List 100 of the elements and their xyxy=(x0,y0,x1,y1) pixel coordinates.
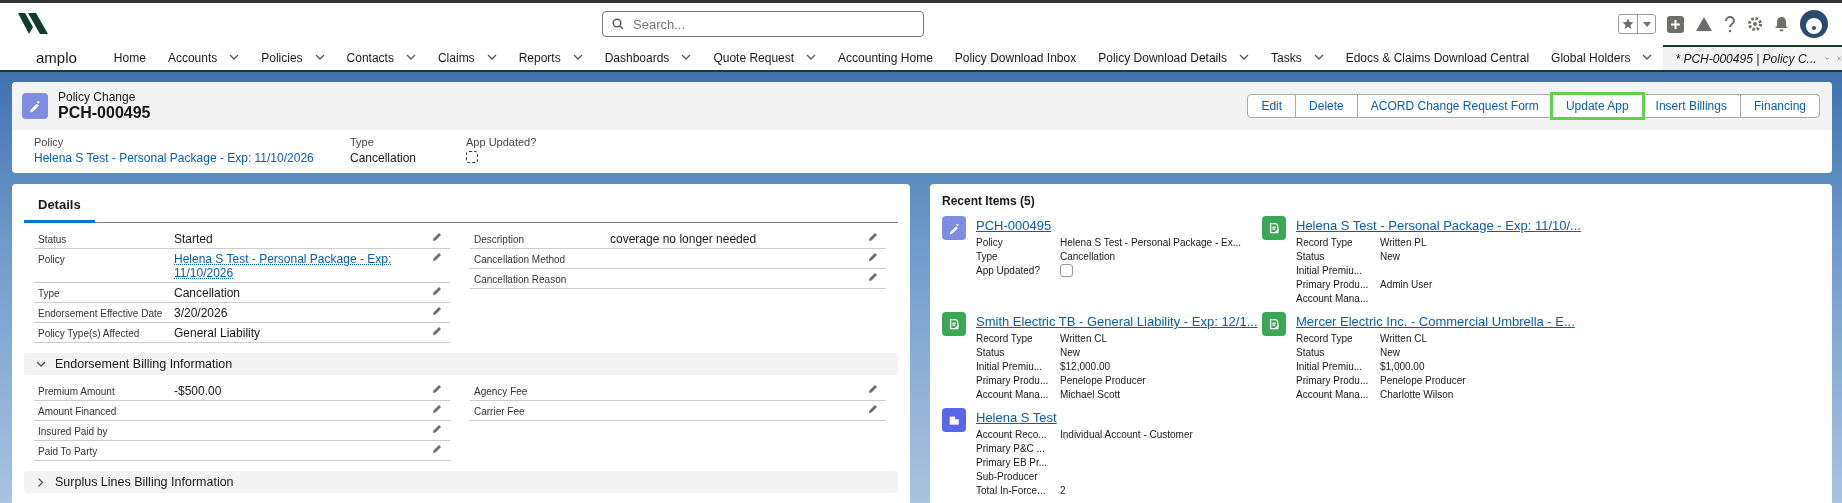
field-label: App Updated? xyxy=(466,136,538,148)
checkbox[interactable] xyxy=(466,151,478,163)
field-label: Record Type xyxy=(1296,236,1354,250)
nav-item[interactable]: Policy Download Inbox xyxy=(954,50,1077,65)
action-button[interactable]: ACORD Change Request Form xyxy=(1356,94,1553,118)
record-link[interactable]: Smith Electric TB - General Liability - Exp: 12/1... xyxy=(976,314,1258,329)
field-value: Michael Scott xyxy=(1060,388,1122,402)
field-label: Amount Financed xyxy=(38,405,118,417)
field-value: -$500.00 xyxy=(174,384,223,398)
field-value: Cancellation xyxy=(350,151,418,165)
field-label: Initial Premiu... xyxy=(1296,264,1364,278)
field-label: Carrier Fee xyxy=(474,405,526,417)
field-label: Cancellation Reason xyxy=(474,273,568,285)
chevron-icon[interactable] xyxy=(681,54,692,61)
field-label: Insured Paid by xyxy=(38,425,109,437)
field-label: Agency Fee xyxy=(474,385,529,397)
nav-item[interactable]: Reports xyxy=(518,50,561,65)
field-label: Policy xyxy=(34,136,65,148)
help-icon[interactable] xyxy=(1724,15,1736,33)
field-label: Status xyxy=(1296,346,1326,360)
nav-item[interactable]: Dashboards xyxy=(604,50,670,65)
record-title: PCH-000495 xyxy=(58,104,151,122)
favorites-button[interactable] xyxy=(1618,14,1656,34)
building-icon xyxy=(942,408,966,432)
action-button[interactable]: Update App xyxy=(1551,94,1643,118)
document-icon xyxy=(1262,312,1286,336)
field-label: Primary Produ... xyxy=(976,374,1050,388)
add-icon[interactable] xyxy=(1667,15,1684,33)
field-value: Written CL xyxy=(1380,332,1429,346)
field-value: $12,000.00 xyxy=(1060,360,1112,374)
nav-item[interactable]: Claims xyxy=(437,50,475,65)
chevron-icon[interactable] xyxy=(806,54,817,61)
field-label: Primary P&C ... xyxy=(976,442,1046,456)
field-label: Account Mana... xyxy=(1296,388,1370,402)
nav-item[interactable]: Accounts xyxy=(167,50,218,65)
field-value: Cancellation xyxy=(1060,250,1117,264)
field-label: Policy xyxy=(38,253,66,265)
field-label: Account Reco... xyxy=(976,428,1048,442)
field-label: Account Mana... xyxy=(976,388,1050,402)
nav-item[interactable]: Policies xyxy=(261,50,303,65)
field-value: Helena S Test - Personal Package - Ex... xyxy=(1060,236,1241,250)
nav-item[interactable]: Global Holders xyxy=(1551,50,1631,65)
field-value: New xyxy=(1060,346,1081,360)
field-label: Policy Type(s) Affected xyxy=(38,327,141,339)
section-header[interactable]: Surplus Lines Billing Information xyxy=(24,471,898,493)
star-icon xyxy=(1622,18,1634,30)
nav-item[interactable]: Home xyxy=(113,50,146,65)
chevron-icon[interactable] xyxy=(1238,54,1249,61)
record-link[interactable]: PCH-000495 xyxy=(976,218,1241,233)
section-header[interactable]: Endorsement Billing Information xyxy=(24,353,898,375)
field-value: Penelope Producer xyxy=(1380,374,1467,388)
field-value: General Liability xyxy=(174,326,262,340)
field-label: Status xyxy=(1296,250,1326,264)
bell-icon[interactable] xyxy=(1774,16,1789,32)
field-label: Premium Amount xyxy=(38,385,116,397)
logo-icon xyxy=(18,13,48,35)
field-label: Sub-Producer xyxy=(976,470,1039,484)
chevron-icon[interactable] xyxy=(1313,54,1324,61)
chevron-icon[interactable] xyxy=(314,54,325,61)
field-label: Type xyxy=(350,136,375,148)
document-icon xyxy=(942,312,966,336)
field-label: Paid To Party xyxy=(38,445,99,457)
action-button[interactable]: Financing xyxy=(1739,94,1820,118)
field-label: Status xyxy=(38,233,68,245)
field-value: New xyxy=(1380,346,1401,360)
policy-link[interactable]: Helena S Test - Personal Package - Exp: 11/10/2026 xyxy=(174,252,432,280)
action-button[interactable]: Edit xyxy=(1247,94,1297,118)
chevron-icon[interactable] xyxy=(36,360,46,368)
record-link[interactable]: Helena S Test xyxy=(976,410,1193,425)
record-link[interactable]: Helena S Test - Personal Package - Exp: 11/10/... xyxy=(1296,218,1581,233)
field-value: 2 xyxy=(1060,484,1067,498)
checkbox[interactable] xyxy=(1060,264,1073,277)
record-link[interactable]: Mercer Electric Inc. - Commercial Umbrella - E... xyxy=(1296,314,1575,329)
nav-item[interactable]: Contacts xyxy=(346,50,394,65)
field-value: coverage no longer needed xyxy=(610,232,758,246)
field-value: New xyxy=(1380,250,1401,264)
nav-item[interactable]: Accounting Home xyxy=(838,50,933,65)
chevron-icon[interactable] xyxy=(229,54,240,61)
chevron-icon[interactable] xyxy=(572,54,583,61)
chevron-icon[interactable] xyxy=(1642,54,1653,61)
field-label: Primary EB Pr... xyxy=(976,456,1049,470)
nav-item[interactable]: Quote Request xyxy=(713,50,795,65)
field-label: Primary Produ... xyxy=(1296,278,1370,292)
search-field[interactable]: Search... xyxy=(602,11,924,37)
policy-link[interactable]: Helena S Test - Personal Package - Exp: 11/10/2026 xyxy=(34,151,350,165)
settings-icon[interactable] xyxy=(1747,16,1763,32)
chevron-icon[interactable] xyxy=(37,477,45,487)
field-label: Description xyxy=(474,233,526,245)
chevron-icon[interactable] xyxy=(486,54,497,61)
field-label: Cancellation Method xyxy=(474,253,567,265)
avatar-icon[interactable] xyxy=(1800,10,1828,38)
field-label: Policy xyxy=(976,236,1004,250)
details-tab[interactable]: Details xyxy=(24,190,95,223)
nav-item[interactable]: Policy Download Details xyxy=(1098,50,1227,65)
field-value: Penelope Producer xyxy=(1060,374,1147,388)
chevron-icon[interactable] xyxy=(405,54,416,61)
nav-item[interactable]: Tasks xyxy=(1270,50,1302,65)
field-label: Endorsement Effective Date xyxy=(38,307,164,319)
nav-item[interactable]: Edocs & Claims Download Central xyxy=(1345,50,1530,65)
action-button[interactable]: Delete xyxy=(1295,94,1358,118)
